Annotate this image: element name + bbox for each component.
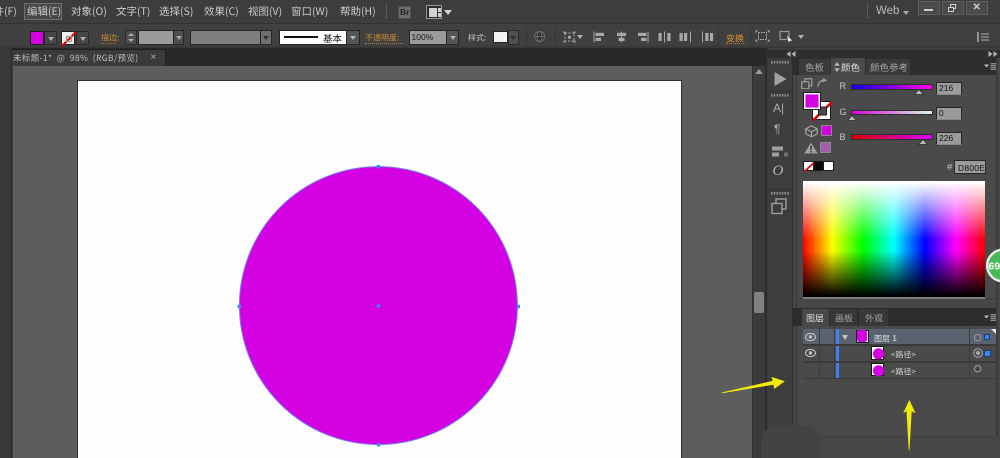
svg-text:69: 69 <box>989 261 1000 273</box>
